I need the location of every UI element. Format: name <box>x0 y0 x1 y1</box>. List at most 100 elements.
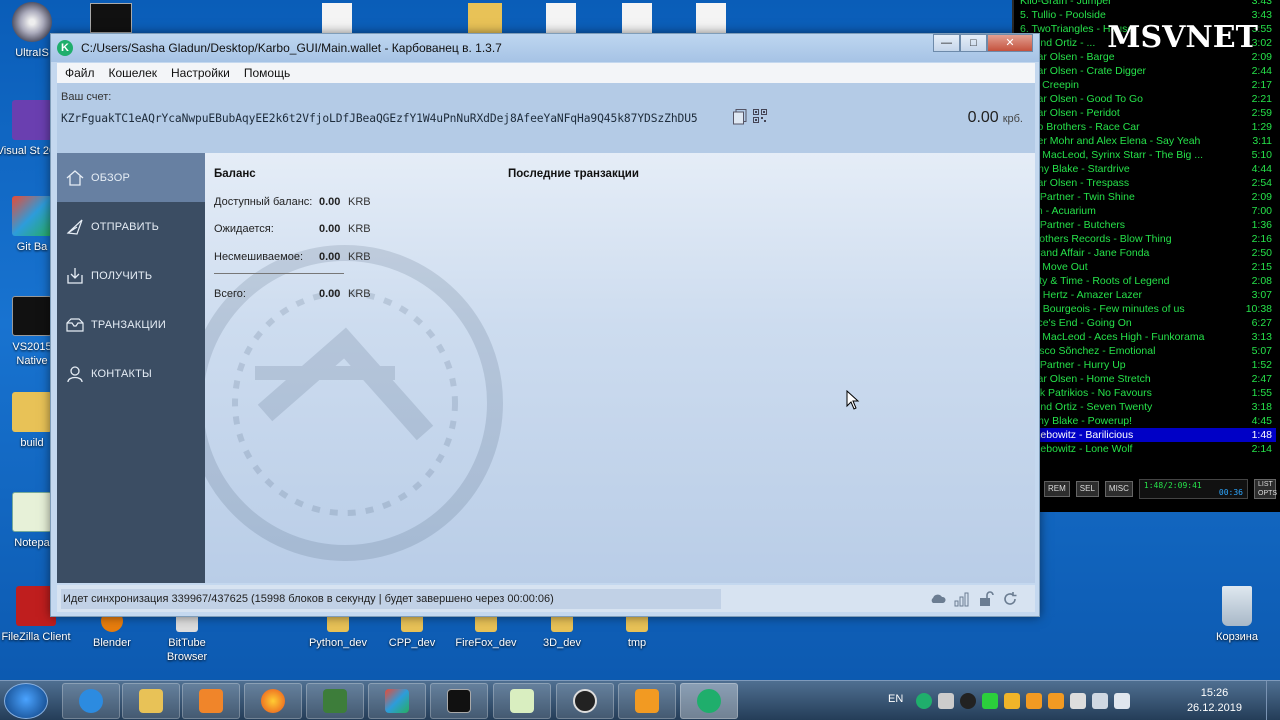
taskbar-monitor[interactable] <box>306 683 364 719</box>
karbo-tray-icon[interactable] <box>916 693 932 709</box>
flag-icon[interactable] <box>1114 693 1130 709</box>
track-duration: 1:36 <box>1251 219 1272 231</box>
playlist-track[interactable]: lent Partner - Twin Shine 2:09 <box>1020 190 1276 204</box>
taskbar-notepad-plus[interactable] <box>493 683 551 719</box>
playlist-track[interactable]: ancisco Sõnchez - Emotional 5:07 <box>1020 344 1276 358</box>
track-duration: 4:45 <box>1251 415 1272 427</box>
maximize-button[interactable]: □ <box>960 34 987 52</box>
playlist-track[interactable]: amond Ortiz - Seven Twenty 3:18 <box>1020 400 1276 414</box>
list-options-button[interactable]: LIST OPTS <box>1254 479 1277 499</box>
desktop-file-icon[interactable] <box>322 3 352 33</box>
taskbar-ie[interactable] <box>62 683 120 719</box>
playlist-track[interactable]: emy Bourgeois - Few minutes of us 10:38 <box>1020 302 1276 316</box>
playlist-track[interactable]: unnar Olsen - Home Stretch 2:47 <box>1020 372 1276 386</box>
receive-icon <box>67 267 83 284</box>
track-duration: 7:00 <box>1251 205 1272 217</box>
taskbar-explorer[interactable] <box>122 683 180 719</box>
speaker-icon[interactable] <box>1070 693 1086 709</box>
balance-value: 0.00 <box>319 196 341 208</box>
playlist-track[interactable]: -Nen - Acuarium 7:00 <box>1020 204 1276 218</box>
taskbar-firefox[interactable] <box>244 683 302 719</box>
taskbar-media-player[interactable] <box>182 683 240 719</box>
qr-code-icon[interactable] <box>753 109 767 123</box>
sublime-tray-icon[interactable] <box>1026 693 1042 709</box>
close-button[interactable]: ✕ <box>987 34 1033 52</box>
playlist-track[interactable]: udio Hertz - Amazer Lazer 3:07 <box>1020 288 1276 302</box>
terminal-icon <box>447 689 471 713</box>
network-icon[interactable] <box>1092 693 1108 709</box>
track-name: -Nen - Acuarium <box>1020 205 1096 217</box>
nav-receive[interactable]: ПОЛУЧИТЬ <box>57 251 205 300</box>
playlist-track[interactable]: lent Partner - Butchers 1:36 <box>1020 218 1276 232</box>
playlist-track[interactable]: atrick Patrikios - No Favours 1:55 <box>1020 386 1276 400</box>
desktop-icon-bittube[interactable]: BitTube Browser <box>151 610 223 664</box>
nav-overview[interactable]: ОБЗОР <box>57 153 205 202</box>
track-duration: 3:13 <box>1251 331 1272 343</box>
volume-tray-icon[interactable] <box>1004 693 1020 709</box>
desktop-file-icon[interactable] <box>546 3 576 33</box>
track-name: lent Partner - Twin Shine <box>1020 191 1135 203</box>
title-bar[interactable]: K C:/Users/Sasha Gladun/Desktop/Karbo_GU… <box>51 34 1039 62</box>
desktop-icon-label: Python_dev <box>308 637 368 649</box>
rem-button[interactable]: REM <box>1044 481 1070 497</box>
playlist-track[interactable]: evin MacLeod - Aces High - Funkorama 3:13 <box>1020 330 1276 344</box>
track-duration: 2:08 <box>1251 275 1272 287</box>
playlist-track[interactable]: K2 - Creepin 2:17 <box>1020 78 1276 92</box>
minimize-button[interactable]: — <box>933 34 960 52</box>
clock[interactable]: 15:26 26.12.2019 <box>1187 686 1242 716</box>
playlist-track[interactable]: unnar Olsen - Good To Go 2:21 <box>1020 92 1276 106</box>
desktop-icon-recycle-bin[interactable]: Корзина <box>1201 586 1273 644</box>
playlist-track[interactable]: Kilo-Grafh - Jumper 3:43 <box>1020 0 1276 8</box>
playlist-track[interactable]: unnar Olsen - Trespass 2:54 <box>1020 176 1276 190</box>
account-label: Ваш счет: <box>61 91 112 103</box>
playlist-track[interactable]: unnar Olsen - Crate Digger 2:44 <box>1020 64 1276 78</box>
playlist-track[interactable]: an Lebowitz - Barilicious 1:48 <box>1020 428 1276 442</box>
taskbar-karbo[interactable] <box>680 683 738 719</box>
playlist-track[interactable]: evin MacLeod, Syrinx Starr - The Big ...… <box>1020 148 1276 162</box>
track-duration: 2:09 <box>1251 191 1272 203</box>
folder-icon <box>139 689 163 713</box>
playlist-track[interactable]: an Lebowitz - Lone Wolf 2:14 <box>1020 442 1276 456</box>
start-button[interactable] <box>4 683 48 719</box>
green-tray-icon[interactable] <box>982 693 998 709</box>
copy-icon[interactable] <box>733 109 747 125</box>
sublime-tray-icon[interactable] <box>1048 693 1064 709</box>
taskbar-sublime[interactable] <box>618 683 676 719</box>
nav-label: ТРАНЗАКЦИИ <box>91 318 166 331</box>
playlist-track[interactable]: lent Partner - Hurry Up 1:52 <box>1020 358 1276 372</box>
menu-wallet[interactable]: Кошелек <box>109 66 158 80</box>
taskbar-obs[interactable] <box>556 683 614 719</box>
playlist-track[interactable]: eremy Blake - Stardrive 4:44 <box>1020 162 1276 176</box>
playlist-track[interactable]: opher Mohr and Alex Elena - Say Yeah 3:11 <box>1020 134 1276 148</box>
desktop-file-icon[interactable] <box>622 3 652 33</box>
desktop-file-icon[interactable] <box>696 3 726 33</box>
nav-contacts[interactable]: КОНТАКТЫ <box>57 349 205 398</box>
playlist-track[interactable]: eremy Blake - Powerup! 4:45 <box>1020 414 1276 428</box>
unlock-icon[interactable] <box>977 590 995 608</box>
nav-send[interactable]: ОТПРАВИТЬ <box>57 202 205 251</box>
taskbar-git[interactable] <box>368 683 426 719</box>
stop-tray-icon[interactable] <box>938 693 954 709</box>
obs-icon <box>573 689 597 713</box>
taskbar-terminal[interactable] <box>430 683 488 719</box>
playlist-track[interactable]: e Brothers Records - Blow Thing 2:16 <box>1020 232 1276 246</box>
playlist-track[interactable]: hance's End - Going On 6:27 <box>1020 316 1276 330</box>
desktop-folder-icon[interactable] <box>468 3 502 33</box>
playlist-track[interactable]: ensity & Time - Roots of Legend 2:08 <box>1020 274 1276 288</box>
playlist-track[interactable]: ondo Brothers - Race Car 1:29 <box>1020 120 1276 134</box>
misc-button[interactable]: MISC <box>1104 481 1133 497</box>
sel-button[interactable]: SEL <box>1075 481 1099 497</box>
nav-transactions[interactable]: ТРАНЗАКЦИИ <box>57 300 205 349</box>
wallet-address[interactable]: KZrFguakTC1eAQrYcaNwpuEBubAqyEE2k6t2Vfjo… <box>61 112 698 125</box>
playlist-track[interactable]: unnar Olsen - Peridot 2:59 <box>1020 106 1276 120</box>
desktop-icon-terminal-top[interactable] <box>90 3 132 33</box>
playlist-track[interactable]: K2 - Move Out 2:15 <box>1020 260 1276 274</box>
obs-tray-icon[interactable] <box>960 693 976 709</box>
menu-file[interactable]: Файл <box>65 66 95 80</box>
show-desktop-button[interactable] <box>1266 681 1280 720</box>
refresh-icon[interactable] <box>1001 590 1019 608</box>
playlist-track[interactable]: e Grand Affair - Jane Fonda 2:50 <box>1020 246 1276 260</box>
language-indicator[interactable]: EN <box>888 693 903 705</box>
menu-help[interactable]: Помощь <box>244 66 290 80</box>
menu-settings[interactable]: Настройки <box>171 66 230 80</box>
